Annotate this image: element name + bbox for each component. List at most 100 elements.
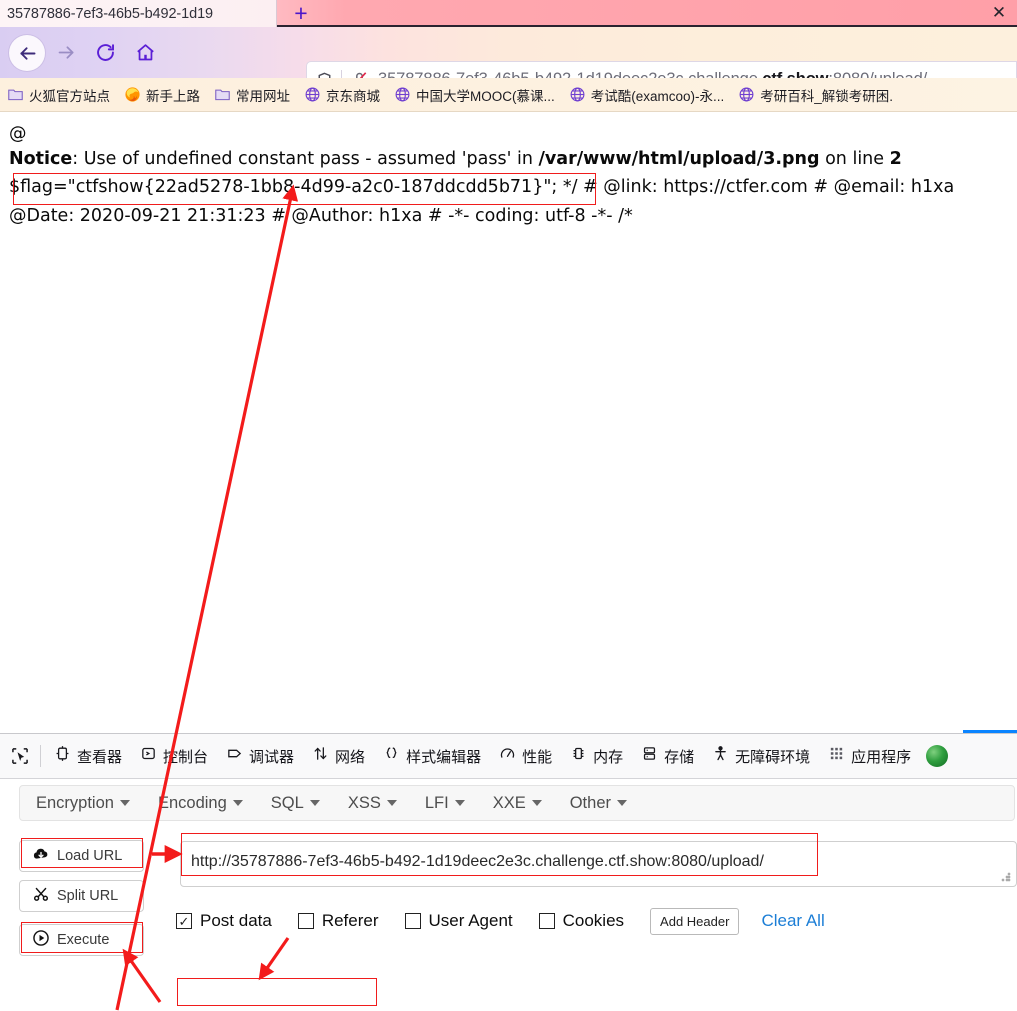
load-url-button[interactable]: Load URL <box>19 840 144 872</box>
console-icon <box>140 745 157 767</box>
accessibility-icon <box>712 745 729 767</box>
hackbar-menu-encryption[interactable]: Encryption <box>36 794 145 813</box>
hackbar-menu-other[interactable]: Other <box>570 794 642 813</box>
cookies-label: Cookies <box>562 911 625 930</box>
devtools-tab-accessibility[interactable]: 无障碍环境 <box>703 734 819 778</box>
hackbar-panel: Encryption Encoding SQL XSS LFI XXE Othe… <box>0 779 1017 1011</box>
hackbar-menu-xss[interactable]: XSS <box>348 794 412 813</box>
chevron-down-icon <box>386 800 397 806</box>
checkbox-box[interactable]: ✓ <box>176 913 192 929</box>
menu-label: Encoding <box>157 793 227 812</box>
devtools-tab-label: 网络 <box>335 748 366 766</box>
execute-label: Execute <box>57 932 110 948</box>
url-input[interactable]: http://35787886-7ef3-46b5-b492-1d19deec2… <box>180 841 1017 887</box>
page-content: @ Notice: Use of undefined constant pass… <box>0 113 1017 730</box>
notice-message: : Use of undefined constant pass - assum… <box>72 149 539 169</box>
flag-value: 22ad5278-1bb8-4d99-a2c0-187ddcdd5b71 <box>154 177 533 197</box>
chevron-down-icon <box>232 800 243 806</box>
php-notice-line: Notice: Use of undefined constant pass -… <box>0 149 902 169</box>
forward-arrow-icon[interactable] <box>52 38 81 67</box>
menu-label: LFI <box>424 793 449 812</box>
performance-icon <box>499 745 516 767</box>
page-line-at: @ <box>9 124 27 144</box>
bookmark-item[interactable]: 常用网址 <box>207 82 297 108</box>
globe-icon <box>304 86 321 103</box>
bookmark-item[interactable]: 京东商城 <box>297 82 387 108</box>
reload-icon[interactable] <box>91 38 120 67</box>
network-icon <box>312 745 329 767</box>
post-data-checkbox[interactable]: ✓ Post data <box>176 911 272 931</box>
bookmark-label: 考研百科_解锁考研困. <box>760 88 894 104</box>
checkbox-box[interactable] <box>538 913 555 929</box>
devtools-tab-label: 样式编辑器 <box>406 748 482 766</box>
load-url-label: Load URL <box>57 848 123 864</box>
new-tab-button[interactable]: + <box>288 1 314 27</box>
devtools-toolbar: 查看器 控制台 调试器 网络 样式编辑器 性能 内存 存储 无障碍环境 应用程序 <box>0 733 1017 779</box>
bookmarks-bar: 火狐官方站点 新手上路 常用网址 京东商城 中国大学MOOC(慕课... 考试酷… <box>0 78 1017 112</box>
navigation-toolbar: 35787886-7ef3-46b5-b492-1d19deec2e3c.cha… <box>0 27 1017 98</box>
bookmark-item[interactable]: 新手上路 <box>117 82 207 108</box>
devtools-tab-storage[interactable]: 存储 <box>632 734 703 778</box>
bookmark-label: 新手上路 <box>146 88 200 104</box>
hackbar-menu-sql[interactable]: SQL <box>271 794 335 813</box>
hackbar-menu-lfi[interactable]: LFI <box>425 794 480 813</box>
user-agent-checkbox[interactable]: User Agent <box>404 911 513 931</box>
devtools-tab-performance[interactable]: 性能 <box>490 734 561 778</box>
url-input-value: http://35787886-7ef3-46b5-b492-1d19deec2… <box>191 853 764 870</box>
globe-icon <box>394 86 411 103</box>
devtools-tab-debugger[interactable]: 调试器 <box>217 734 303 778</box>
home-icon[interactable] <box>131 38 160 67</box>
close-icon[interactable]: ✕ <box>989 3 1009 23</box>
resize-handle-icon[interactable] <box>1001 872 1011 882</box>
bookmark-item[interactable]: 中国大学MOOC(慕课... <box>387 82 562 108</box>
globe-icon <box>738 86 755 103</box>
devtools-tab-application[interactable]: 应用程序 <box>819 734 920 778</box>
browser-tab[interactable]: 35787886-7ef3-46b5-b492-1d19 <box>0 0 277 27</box>
tab-strip: 35787886-7ef3-46b5-b492-1d19 ✕ + <box>0 0 1017 27</box>
notice-keyword: Notice <box>9 149 73 169</box>
devtools-tab-label: 应用程序 <box>851 748 912 766</box>
hackbar-menu-bar: Encryption Encoding SQL XSS LFI XXE Othe… <box>19 785 1015 821</box>
add-header-button[interactable]: Add Header <box>650 907 740 935</box>
devtools-tab-inspector[interactable]: 查看器 <box>45 734 131 778</box>
hackbar-menu-encoding[interactable]: Encoding <box>158 794 258 813</box>
hackbar-options-row: ✓ Post data Referer User Agent Cookies A… <box>176 907 825 935</box>
cookies-checkbox[interactable]: Cookies <box>538 911 625 931</box>
execute-button[interactable]: Execute <box>19 924 144 956</box>
menu-label: Other <box>569 793 611 812</box>
hackbar-firefox-icon[interactable] <box>926 745 949 767</box>
devtools-tab-network[interactable]: 网络 <box>303 734 374 778</box>
folder-icon <box>214 86 231 103</box>
devtools-tab-label: 无障碍环境 <box>735 748 811 766</box>
hackbar-menu-xxe[interactable]: XXE <box>493 794 557 813</box>
split-url-button[interactable]: Split URL <box>19 880 144 912</box>
date-author-line: @Date: 2020-09-21 21:31:23 # @Author: h1… <box>9 206 633 226</box>
bookmark-label: 京东商城 <box>326 88 380 104</box>
devtools-divider <box>40 745 41 767</box>
chevron-down-icon <box>531 800 542 806</box>
folder-icon <box>7 86 24 103</box>
globe-icon <box>569 86 586 103</box>
clear-all-link[interactable]: Clear All <box>761 911 824 931</box>
checkbox-box[interactable] <box>297 913 314 929</box>
bookmark-item[interactable]: 考研百科_解锁考研困. <box>731 82 900 108</box>
element-picker-icon[interactable] <box>0 746 40 766</box>
referer-checkbox[interactable]: Referer <box>297 911 379 931</box>
bookmark-item[interactable]: 考试酷(examcoo)-永... <box>562 82 732 108</box>
chevron-down-icon <box>119 800 130 806</box>
devtools-tab-memory[interactable]: 内存 <box>561 734 632 778</box>
post-data-label: Post data <box>200 911 272 930</box>
inspector-icon <box>54 745 71 767</box>
devtools-tab-style-editor[interactable]: 样式编辑器 <box>374 734 490 778</box>
bookmark-item[interactable]: 火狐官方站点 <box>0 82 117 108</box>
play-circle-icon <box>32 929 50 952</box>
notice-online-text: on line <box>819 149 890 169</box>
debugger-icon <box>226 745 243 767</box>
user-agent-label: User Agent <box>428 911 513 930</box>
devtools-tab-label: 性能 <box>522 748 553 766</box>
checkbox-box[interactable] <box>404 913 421 929</box>
flag-suffix: }"; */ # @link: https://ctfer.com # @ema… <box>532 177 955 197</box>
devtools-tab-console[interactable]: 控制台 <box>131 734 217 778</box>
bookmark-label: 火狐官方站点 <box>29 88 110 104</box>
back-arrow-icon[interactable] <box>9 35 45 71</box>
